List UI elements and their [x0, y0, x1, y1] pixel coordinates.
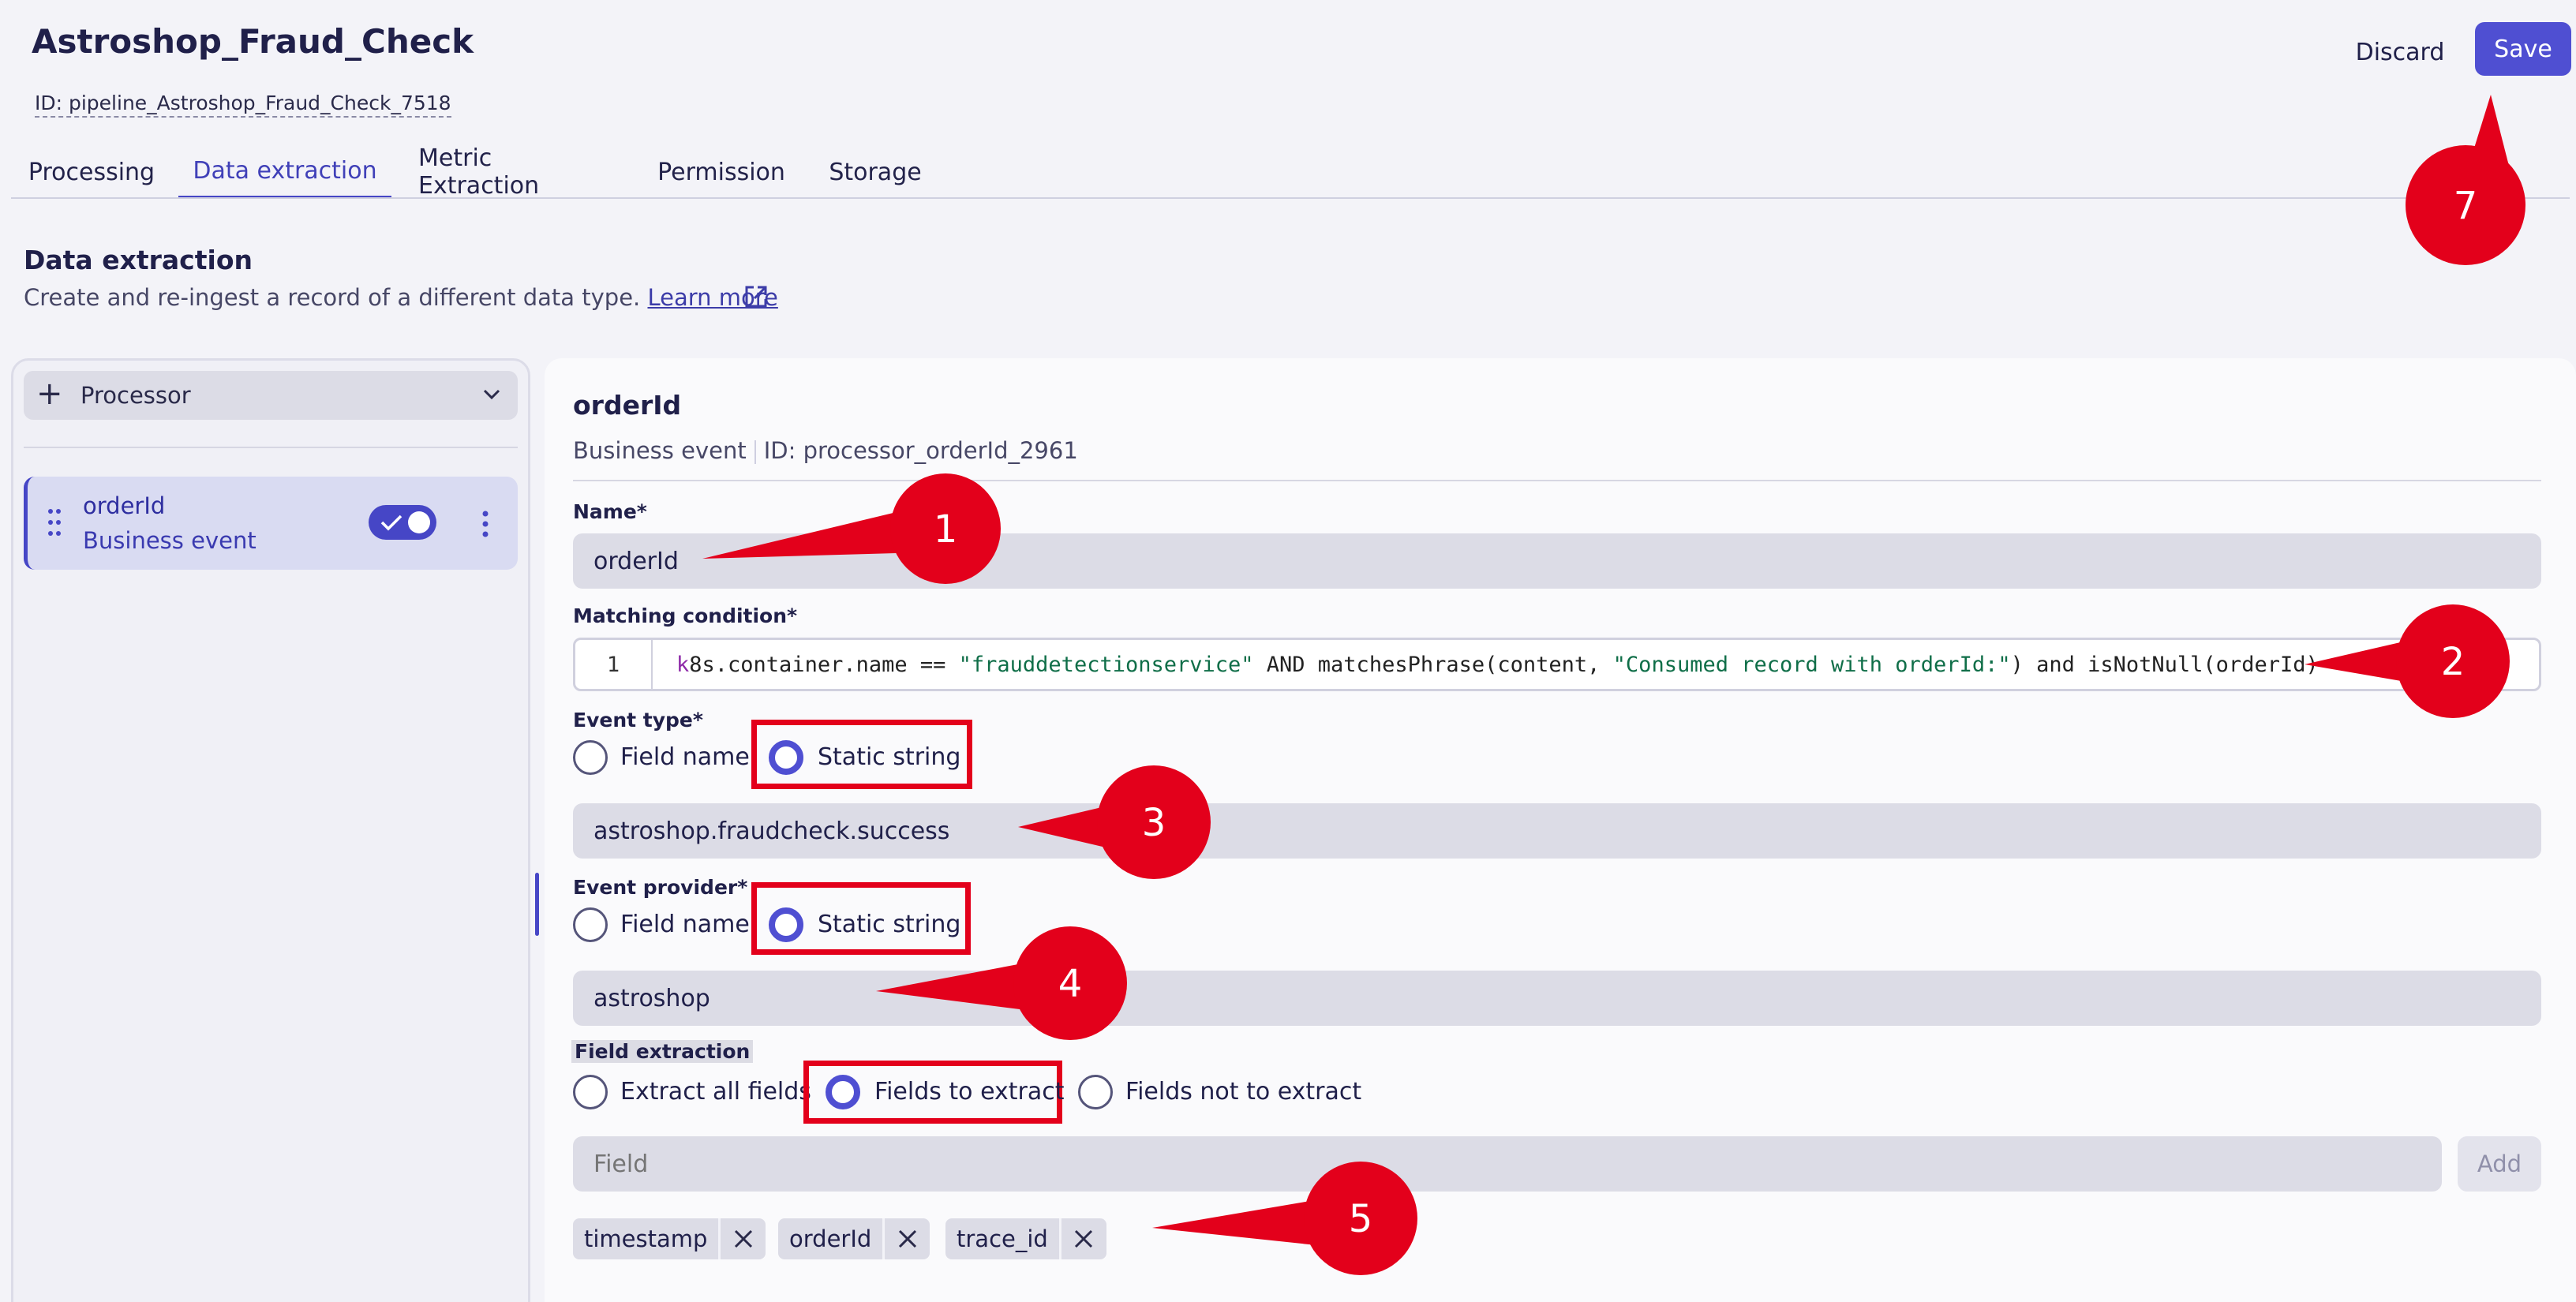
discard-button[interactable]: Discard: [2336, 28, 2464, 76]
close-icon: [1075, 1229, 1093, 1248]
event-provider-static-string-radio[interactable]: [769, 907, 803, 942]
event-provider-label: Event provider*: [573, 876, 748, 899]
callout-bubble: [2406, 145, 2525, 265]
extract-all-fields-label[interactable]: Extract all fields: [620, 1078, 811, 1106]
event-type-static-string-label[interactable]: Static string: [818, 743, 960, 771]
plus-icon: +: [36, 376, 63, 412]
field-chip-label: orderId: [789, 1225, 872, 1252]
name-input[interactable]: orderId: [573, 533, 2541, 589]
tab-metric-extraction[interactable]: Metric Extraction: [418, 144, 614, 200]
tab-permission[interactable]: Permission: [657, 145, 785, 199]
pipeline-id[interactable]: ID: pipeline_Astroshop_Fraud_Check_7518: [35, 92, 451, 118]
sidebar-item-orderid[interactable]: orderId Business event: [24, 477, 518, 570]
detail-divider: [573, 480, 2541, 481]
check-icon: [380, 514, 402, 531]
toggle-knob: [408, 511, 430, 533]
processor-title: orderId: [573, 390, 682, 421]
close-icon: [898, 1229, 916, 1248]
callout-number: 7: [2454, 184, 2478, 228]
event-provider-field-name-label[interactable]: Field name: [620, 911, 750, 938]
field-chip: orderId: [778, 1218, 930, 1259]
field-chip: trace_id: [945, 1218, 1106, 1259]
drag-handle-icon[interactable]: [47, 507, 62, 538]
pipeline-title: Astroshop_Fraud_Check: [32, 22, 474, 61]
matching-condition-label: Matching condition*: [573, 604, 798, 627]
panel-resize-handle[interactable]: [535, 873, 539, 936]
sidebar-divider: [24, 447, 518, 448]
callout-pointer: [2469, 95, 2510, 169]
event-type-field-name-label[interactable]: Field name: [620, 743, 750, 771]
section-description: Create and re-ingest a record of a diffe…: [24, 284, 778, 311]
chevron-down-icon: [483, 389, 500, 400]
processor-enabled-toggle[interactable]: [369, 505, 436, 540]
matching-condition-editor[interactable]: 1 k8s.container.name == "frauddetections…: [573, 638, 2541, 691]
field-input[interactable]: [573, 1136, 2442, 1192]
section-title: Data extraction: [24, 245, 253, 275]
tab-data-extraction[interactable]: Data extraction: [178, 145, 391, 199]
fields-not-to-extract-label[interactable]: Fields not to extract: [1125, 1078, 1361, 1106]
more-options-icon[interactable]: [481, 510, 490, 538]
processor-dropdown-label: Processor: [80, 382, 191, 409]
name-label: Name*: [573, 500, 647, 523]
event-provider-static-string-label[interactable]: Static string: [818, 911, 960, 938]
field-extraction-label: Field extraction: [571, 1040, 754, 1063]
fields-to-extract-radio[interactable]: [826, 1075, 860, 1109]
processor-subtitle: Business event ID: processor_orderId_2961: [573, 437, 1078, 464]
tab-divider: [11, 197, 2570, 199]
fields-to-extract-label[interactable]: Fields to extract: [874, 1078, 1064, 1106]
external-link-icon[interactable]: [742, 282, 770, 311]
remove-field-button[interactable]: [718, 1218, 766, 1259]
section-description-text: Create and re-ingest a record of a diffe…: [24, 284, 641, 311]
add-processor-dropdown[interactable]: + Processor: [24, 371, 518, 420]
field-chip-label: timestamp: [584, 1225, 708, 1252]
event-provider-field-name-radio[interactable]: [573, 907, 608, 942]
sidebar-item-type: Business event: [83, 527, 256, 554]
save-button[interactable]: Save: [2475, 22, 2571, 76]
event-type-input[interactable]: astroshop.fraudcheck.success: [573, 803, 2541, 859]
close-icon: [734, 1229, 752, 1248]
event-type-field-name-radio[interactable]: [573, 740, 608, 775]
event-provider-input[interactable]: astroshop: [573, 971, 2541, 1026]
tab-storage[interactable]: Storage: [829, 145, 921, 199]
sidebar-item-name: orderId: [83, 492, 166, 519]
extract-all-fields-radio[interactable]: [573, 1075, 608, 1109]
tab-processing[interactable]: Processing: [28, 145, 155, 199]
line-number: 1: [575, 640, 653, 689]
processor-id: ID: processor_orderId_2961: [763, 437, 1078, 464]
fields-not-to-extract-radio[interactable]: [1078, 1075, 1113, 1109]
remove-field-button[interactable]: [882, 1218, 930, 1259]
condition-code: k8s.container.name == "frauddetectionser…: [676, 653, 2319, 677]
remove-field-button[interactable]: [1058, 1218, 1106, 1259]
processor-type: Business event: [573, 437, 747, 464]
event-type-static-string-radio[interactable]: [769, 740, 803, 775]
add-field-button[interactable]: Add: [2458, 1136, 2541, 1192]
field-chip: timestamp: [573, 1218, 766, 1259]
field-chip-label: trace_id: [957, 1225, 1048, 1252]
event-type-label: Event type*: [573, 709, 703, 731]
